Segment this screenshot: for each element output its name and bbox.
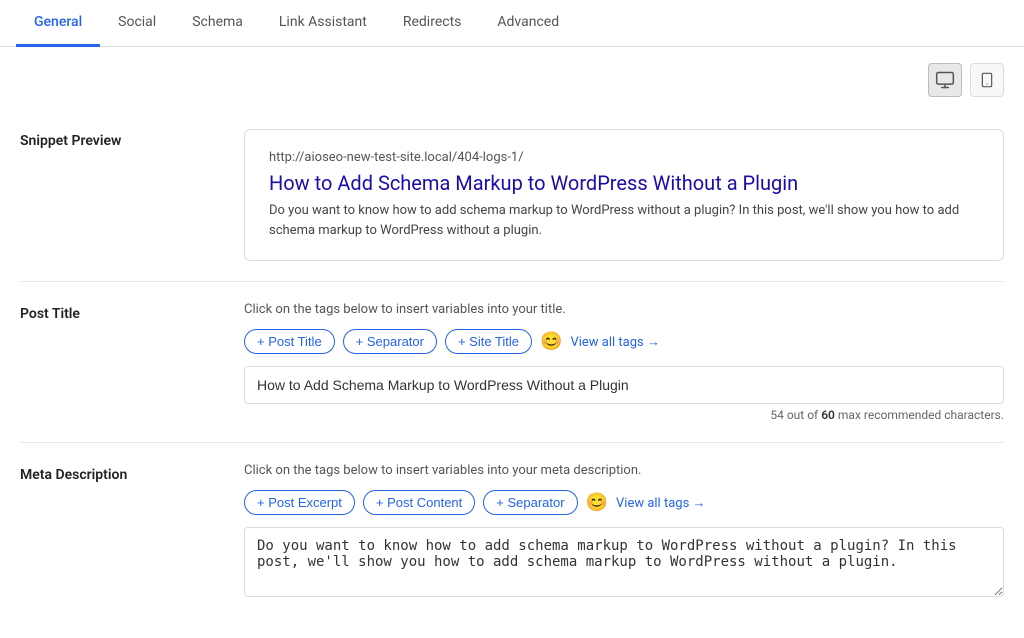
- meta-description-emoji[interactable]: 😊: [586, 492, 608, 513]
- main-content: Snippet Preview http://aioseo-new-test-s…: [0, 47, 1024, 637]
- meta-description-tags-row: + Post Excerpt + Post Content + Separato…: [244, 490, 1004, 515]
- desktop-view-button[interactable]: [928, 63, 962, 97]
- snippet-preview-section: Snippet Preview http://aioseo-new-test-s…: [20, 109, 1004, 282]
- meta-separator-tag-button[interactable]: + Separator: [483, 490, 577, 515]
- post-title-emoji[interactable]: 😊: [540, 331, 562, 352]
- post-title-label: Post Title: [20, 302, 220, 322]
- desktop-icon: [935, 70, 955, 90]
- meta-description-instruction: Click on the tags below to insert variab…: [244, 463, 1004, 478]
- meta-description-input[interactable]: Do you want to know how to add schema ma…: [244, 527, 1004, 597]
- tab-redirects[interactable]: Redirects: [385, 0, 480, 47]
- tab-social[interactable]: Social: [100, 0, 174, 47]
- post-title-content: Click on the tags below to insert variab…: [244, 302, 1004, 422]
- tab-general[interactable]: General: [16, 0, 100, 47]
- post-title-instruction: Click on the tags below to insert variab…: [244, 302, 1004, 317]
- snippet-preview-box: http://aioseo-new-test-site.local/404-lo…: [244, 129, 1004, 261]
- tab-link-assistant[interactable]: Link Assistant: [261, 0, 385, 47]
- tab-navigation: General Social Schema Link Assistant Red…: [0, 0, 1024, 47]
- post-title-input[interactable]: [244, 366, 1004, 404]
- mobile-icon: [979, 70, 995, 90]
- post-title-view-all-link[interactable]: View all tags →: [570, 334, 660, 350]
- post-title-tag-button[interactable]: + Post Title: [244, 329, 335, 354]
- post-title-char-suffix-text: max recommended characters.: [838, 408, 1004, 422]
- mobile-view-button[interactable]: [970, 63, 1004, 97]
- post-title-char-count: 54 out of 60 max recommended characters.: [244, 408, 1004, 422]
- post-content-tag-button[interactable]: + Post Content: [363, 490, 475, 515]
- post-title-char-current: 54: [770, 408, 784, 422]
- meta-description-section: Meta Description Click on the tags below…: [20, 443, 1004, 621]
- post-title-section: Post Title Click on the tags below to in…: [20, 282, 1004, 443]
- tab-advanced[interactable]: Advanced: [479, 0, 577, 47]
- post-title-tags-row: + Post Title + Separator + Site Title 😊 …: [244, 329, 1004, 354]
- snippet-url: http://aioseo-new-test-site.local/404-lo…: [269, 150, 979, 165]
- post-excerpt-tag-button[interactable]: + Post Excerpt: [244, 490, 355, 515]
- snippet-description: Do you want to know how to add schema ma…: [269, 201, 979, 240]
- tab-schema[interactable]: Schema: [174, 0, 261, 47]
- meta-description-label: Meta Description: [20, 463, 220, 483]
- post-title-char-out-of: out of: [787, 408, 821, 422]
- device-toggle-group: [20, 63, 1004, 97]
- snippet-preview-label: Snippet Preview: [20, 129, 220, 149]
- site-title-tag-button[interactable]: + Site Title: [445, 329, 532, 354]
- post-title-char-max: 60: [821, 408, 835, 422]
- snippet-preview-content: http://aioseo-new-test-site.local/404-lo…: [244, 129, 1004, 261]
- meta-description-view-all-link[interactable]: View all tags →: [616, 495, 706, 511]
- separator-tag-button[interactable]: + Separator: [343, 329, 437, 354]
- meta-description-content: Click on the tags below to insert variab…: [244, 463, 1004, 601]
- snippet-title[interactable]: How to Add Schema Markup to WordPress Wi…: [269, 171, 979, 195]
